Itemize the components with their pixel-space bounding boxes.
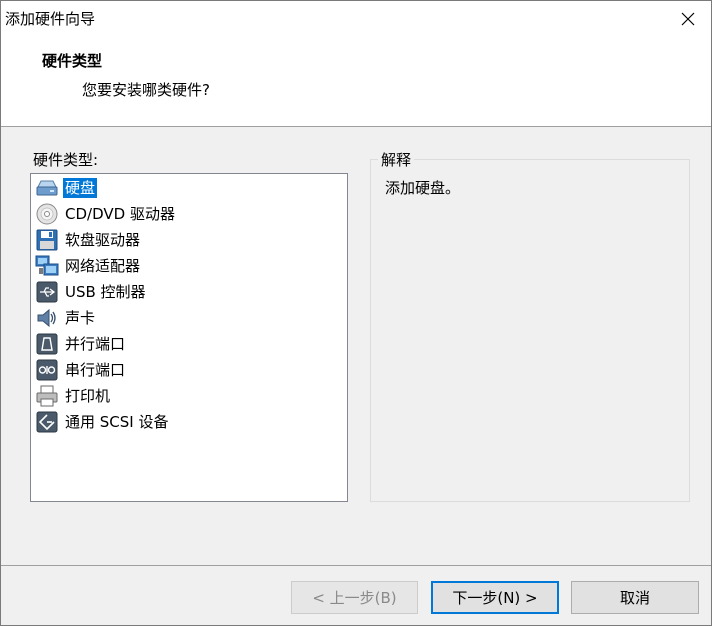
list-item-sound-card[interactable]: 声卡	[35, 306, 97, 330]
description-group	[370, 159, 690, 502]
hard-disk-icon	[35, 176, 59, 200]
list-item-floppy[interactable]: 软盘驱动器	[35, 228, 142, 252]
list-item-usb[interactable]: USB 控制器	[35, 280, 148, 304]
footer-divider	[1, 565, 711, 566]
list-item-parallel-port[interactable]: 并行端口	[35, 332, 127, 356]
list-item-cd-dvd[interactable]: CD/DVD 驱动器	[35, 202, 177, 226]
list-item-label: 通用 SCSI 设备	[65, 413, 169, 431]
list-item-printer[interactable]: 打印机	[35, 384, 112, 408]
list-item-label: 串行端口	[65, 361, 126, 379]
list-item-hard-disk[interactable]: 硬盘	[35, 176, 98, 200]
printer-icon	[35, 384, 59, 408]
list-item-label: USB 控制器	[65, 283, 146, 301]
parallel-port-icon	[35, 332, 59, 356]
close-icon	[681, 12, 695, 26]
list-item-network-adapter[interactable]: 网络适配器	[35, 254, 142, 278]
close-button[interactable]	[665, 1, 711, 37]
page-title: 硬件类型	[42, 52, 103, 70]
list-item-label: 网络适配器	[65, 257, 141, 275]
cancel-button[interactable]: 取消	[571, 581, 699, 614]
window-title: 添加硬件向导	[5, 10, 96, 28]
add-hardware-wizard-window: 添加硬件向导 硬件类型 您要安装哪类硬件? 硬件类型: 硬盘 CD/DVD 驱动…	[0, 0, 712, 626]
title-bar: 添加硬件向导	[1, 1, 711, 37]
usb-icon	[35, 280, 59, 304]
description-text: 添加硬盘。	[385, 179, 461, 197]
speaker-icon	[35, 306, 59, 330]
list-item-label: 打印机	[65, 387, 111, 405]
floppy-icon	[35, 228, 59, 252]
wizard-header: 硬件类型 您要安装哪类硬件?	[1, 37, 711, 127]
list-item-serial-port[interactable]: 串行端口	[35, 358, 127, 382]
list-item-scsi[interactable]: 通用 SCSI 设备	[35, 410, 170, 434]
list-item-label: 声卡	[65, 309, 96, 327]
cd-dvd-icon	[35, 202, 59, 226]
next-button[interactable]: 下一步(N) >	[431, 581, 559, 614]
page-subtitle: 您要安装哪类硬件?	[82, 81, 210, 99]
list-item-label: 并行端口	[65, 335, 126, 353]
serial-port-icon	[35, 358, 59, 382]
list-item-label: 硬盘	[63, 178, 98, 198]
list-item-label: CD/DVD 驱动器	[65, 205, 175, 223]
network-adapter-icon	[35, 254, 59, 278]
list-item-label: 软盘驱动器	[65, 231, 141, 249]
back-button[interactable]: < 上一步(B)	[291, 581, 418, 614]
hardware-type-list[interactable]: 硬盘 CD/DVD 驱动器 软盘驱动器 网络适配器 USB 控制器 声卡 并行端…	[30, 173, 348, 502]
hardware-type-label: 硬件类型:	[33, 151, 99, 169]
scsi-icon	[35, 410, 59, 434]
description-legend: 解释	[378, 149, 415, 170]
